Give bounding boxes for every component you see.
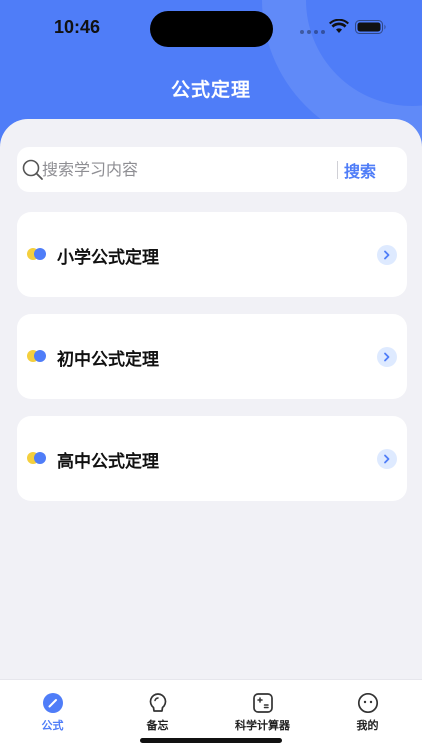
category-card-primary[interactable]: 小学公式定理 [17,212,407,297]
calculator-icon [253,693,273,713]
category-card-high[interactable]: 高中公式定理 [17,416,407,501]
signal-dots-icon [300,30,325,34]
pencil-icon [43,693,63,713]
category-label: 小学公式定理 [57,248,159,268]
tab-label: 科学计算器 [235,719,290,732]
status-bar: 10:46 [0,0,422,56]
lightbulb-icon [149,693,167,712]
chevron-right-icon [377,245,397,265]
tab-label: 备忘 [146,719,169,732]
tab-profile[interactable]: 我的 [315,680,420,750]
tab-label: 公式 [41,719,64,732]
search-input[interactable] [42,147,332,192]
chevron-right-icon [377,347,397,367]
wifi-icon [329,19,349,33]
dynamic-island [150,11,273,47]
battery-icon [355,20,386,34]
face-icon [357,692,379,714]
search-bar: 搜索 [17,147,407,192]
search-button[interactable]: 搜索 [344,158,376,182]
category-label: 高中公式定理 [57,452,159,472]
status-time: 10:46 [54,17,101,37]
chevron-right-icon [377,449,397,469]
page-title: 公式定理 [170,79,251,101]
search-divider [337,161,338,179]
tab-formulas[interactable]: 公式 [0,680,105,750]
bullet-dots-icon [27,350,47,362]
main-content: 搜索 小学公式定理 初中公式定理 高中公式定理 [0,119,422,679]
home-indicator [140,738,282,743]
tab-label: 我的 [356,719,379,732]
category-label: 初中公式定理 [57,350,159,370]
bullet-dots-icon [27,452,47,464]
search-icon [22,159,43,180]
category-card-middle[interactable]: 初中公式定理 [17,314,407,399]
bullet-dots-icon [27,248,47,260]
